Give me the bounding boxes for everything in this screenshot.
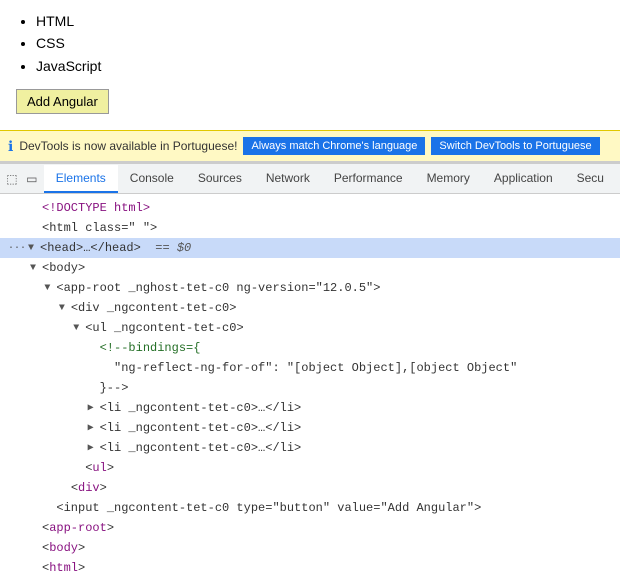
code-line: <div _ngcontent-tet-c0>	[0, 298, 620, 318]
list-item-css: CSS	[36, 32, 604, 54]
expand-arrow[interactable]	[59, 301, 71, 316]
tab-memory[interactable]: Memory	[415, 165, 482, 193]
tab-performance[interactable]: Performance	[322, 165, 415, 193]
collapse-arrow[interactable]	[88, 421, 100, 436]
code-line: <html class=" ">	[0, 218, 620, 238]
tab-security[interactable]: Secu	[565, 165, 616, 193]
tab-elements[interactable]: Elements	[44, 165, 118, 193]
list-item-html: HTML	[36, 10, 604, 32]
code-line: <input _ngcontent-tet-c0 type="button" v…	[0, 498, 620, 518]
code-line: <html>	[0, 558, 620, 578]
tab-network[interactable]: Network	[254, 165, 322, 193]
code-line: "ng-reflect-ng-for-of": "[object Object]…	[0, 358, 620, 378]
code-line: <li _ngcontent-tet-c0>…</li>	[0, 398, 620, 418]
cursor-icon[interactable]: ⬚	[4, 169, 20, 189]
list-item-js: JavaScript	[36, 55, 604, 77]
code-line: <body>	[0, 258, 620, 278]
code-line: <app-root>	[0, 518, 620, 538]
code-line: <ul>	[0, 458, 620, 478]
devtools-panel: ⬚ ▭ Elements Console Sources Network Per…	[0, 162, 620, 582]
devtools-tabs-bar: ⬚ ▭ Elements Console Sources Network Per…	[0, 164, 620, 194]
switch-portuguese-button[interactable]: Switch DevTools to Portuguese	[431, 137, 599, 155]
code-line: <div>	[0, 478, 620, 498]
dollar-zero: == $0	[141, 239, 191, 257]
collapse-arrow[interactable]	[88, 441, 100, 456]
devtools-code-panel: <!DOCTYPE html><html class=" ">···<head>…	[0, 194, 620, 582]
code-line: ···<head>…</head> == $0	[0, 238, 620, 258]
expand-arrow[interactable]	[30, 261, 42, 276]
info-icon: ℹ	[8, 138, 13, 155]
tab-sources[interactable]: Sources	[186, 165, 254, 193]
device-icon[interactable]: ▭	[24, 169, 40, 189]
code-line: <body>	[0, 538, 620, 558]
expand-arrow[interactable]	[73, 321, 85, 336]
tab-console[interactable]: Console	[118, 165, 186, 193]
expand-arrow[interactable]	[28, 241, 40, 256]
add-angular-button[interactable]: Add Angular	[16, 89, 109, 114]
collapse-arrow[interactable]	[88, 401, 100, 416]
code-line: <!--bindings={	[0, 338, 620, 358]
devtools-notification-bar: ℹ DevTools is now available in Portugues…	[0, 130, 620, 162]
match-language-button[interactable]: Always match Chrome's language	[243, 137, 425, 155]
pin-icon: ···	[8, 241, 26, 256]
expand-arrow[interactable]	[44, 281, 56, 296]
feature-list: HTML CSS JavaScript	[16, 10, 604, 77]
code-line: }-->	[0, 378, 620, 398]
notification-text: DevTools is now available in Portuguese!	[19, 139, 237, 153]
tab-application[interactable]: Application	[482, 165, 565, 193]
code-line: <li _ngcontent-tet-c0>…</li>	[0, 418, 620, 438]
code-line: <ul _ngcontent-tet-c0>	[0, 318, 620, 338]
code-line: <!DOCTYPE html>	[0, 198, 620, 218]
top-area: HTML CSS JavaScript Add Angular	[0, 0, 620, 130]
code-line: <li _ngcontent-tet-c0>…</li>	[0, 438, 620, 458]
code-line: <app-root _nghost-tet-c0 ng-version="12.…	[0, 278, 620, 298]
